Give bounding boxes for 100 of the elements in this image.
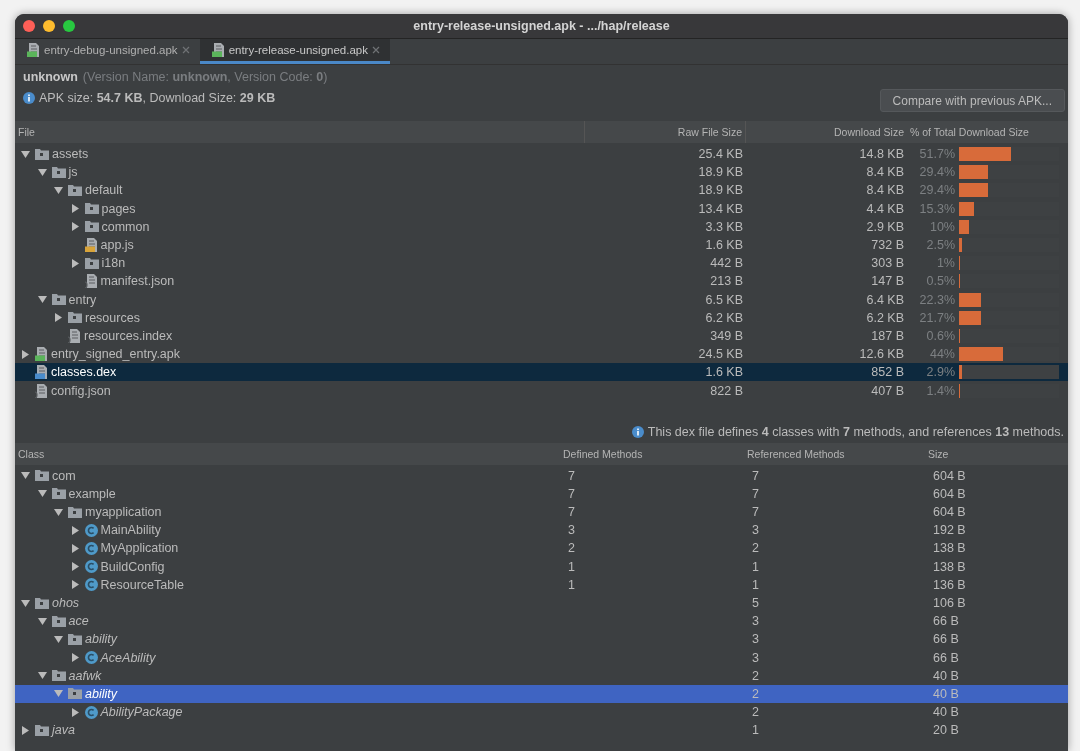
class-row[interactable]: com 7 7 604 B	[15, 466, 1068, 485]
file-row[interactable]: app.js 1.6 KB 732 B 2.5%	[15, 235, 1068, 255]
minimize-window-button[interactable]	[43, 20, 55, 32]
folder-icon	[51, 670, 66, 682]
column-header[interactable]: Defined Methods	[563, 447, 643, 460]
file-row[interactable]: entry_signed_entry.apk 24.5 KB 12.6 KB 44%	[15, 345, 1068, 364]
file-row[interactable]: js 18.9 KB 8.4 KB 29.4%	[15, 163, 1068, 182]
column-header[interactable]: % of Total Download Size	[910, 126, 1029, 138]
expanded-arrow-icon[interactable]	[37, 167, 47, 177]
table-cell-text: 18.9 KB	[697, 165, 744, 180]
file-tab[interactable]: entry-debug-unsigned.apk	[15, 39, 200, 64]
collapsed-arrow-icon[interactable]	[70, 222, 80, 232]
close-icon[interactable]	[372, 46, 380, 54]
class-name: AceAbility	[100, 650, 156, 665]
apk-size-text: APK size: 54.7 KB, Download Size: 29 KB	[39, 91, 276, 105]
file-row[interactable]: resources.index 349 B 187 B 0.6%	[15, 326, 1068, 346]
folder-icon	[68, 506, 82, 518]
package-name: ability	[85, 686, 117, 701]
table-cell-text: 8.4 KB	[865, 165, 905, 180]
table-cell-text: 7	[751, 468, 759, 483]
collapsed-arrow-icon[interactable]	[70, 525, 80, 535]
expanded-arrow-icon[interactable]	[54, 689, 63, 699]
file-row[interactable]: classes.dex 1.6 KB 852 B 2.9%	[15, 363, 1068, 382]
expanded-arrow-icon[interactable]	[54, 634, 63, 644]
expanded-arrow-icon[interactable]	[37, 671, 47, 681]
file-name: entry_signed_entry.apk	[51, 347, 181, 362]
column-header[interactable]: Download Size	[833, 126, 904, 138]
expanded-arrow-icon[interactable]	[54, 507, 63, 517]
percent-text: 29.4%	[918, 183, 955, 198]
file-name: resources	[85, 310, 140, 325]
class-row[interactable]: AbilityPackage 2 40 B	[15, 703, 1068, 722]
file-row[interactable]: manifest.json 213 B 147 B 0.5%	[15, 272, 1068, 291]
expanded-arrow-icon[interactable]	[21, 598, 30, 608]
zoom-window-button[interactable]	[63, 20, 75, 32]
package-name: example	[68, 486, 116, 501]
folder-icon	[35, 148, 49, 160]
file-row[interactable]: config.json 822 B 407 B 1.4%	[15, 381, 1068, 400]
class-row[interactable]: ability 3 66 B	[15, 630, 1068, 649]
class-row[interactable]: ohos 5 106 B	[15, 593, 1068, 613]
file-name: common	[101, 219, 150, 234]
table-cell-text: 3.3 KB	[704, 219, 744, 234]
table-cell-text: 12.6 KB	[858, 347, 905, 362]
class-name: BuildConfig	[100, 559, 165, 574]
collapsed-arrow-icon[interactable]	[70, 562, 80, 572]
collapsed-arrow-icon[interactable]	[21, 725, 30, 735]
file-row[interactable]: resources 6.2 KB 6.2 KB 21.7%	[15, 308, 1068, 327]
collapsed-arrow-icon[interactable]	[70, 258, 80, 268]
class-row[interactable]: example 7 7 604 B	[15, 484, 1068, 503]
class-row[interactable]: myapplication 7 7 604 B	[15, 503, 1068, 522]
file-row[interactable]: default 18.9 KB 8.4 KB 29.4%	[15, 181, 1068, 200]
collapsed-arrow-icon[interactable]	[70, 580, 80, 590]
expanded-arrow-icon[interactable]	[21, 149, 30, 159]
class-row[interactable]: BuildConfig 1 1 138 B	[15, 557, 1068, 576]
class-row[interactable]: aafwk 2 40 B	[15, 666, 1068, 685]
collapsed-arrow-icon[interactable]	[70, 653, 80, 663]
class-row[interactable]: MainAbility 3 3 192 B	[15, 521, 1068, 540]
file-row[interactable]: assets 25.4 KB 14.8 KB 51.7%	[15, 145, 1068, 164]
collapsed-arrow-icon[interactable]	[21, 349, 30, 359]
expanded-arrow-icon[interactable]	[37, 489, 47, 499]
class-row[interactable]: java 1 20 B	[15, 721, 1068, 740]
folder-icon	[84, 221, 99, 233]
close-window-button[interactable]	[23, 20, 35, 32]
file-row[interactable]: entry 6.5 KB 6.4 KB 22.3%	[15, 290, 1068, 309]
expanded-arrow-icon[interactable]	[54, 185, 63, 195]
compare-button[interactable]: Compare with previous APK...	[879, 89, 1065, 112]
class-row[interactable]: MyApplication 2 2 138 B	[15, 539, 1068, 558]
table-cell-text: 604 B	[932, 486, 966, 501]
table-cell-text: 18.9 KB	[697, 183, 744, 198]
file-row[interactable]: pages 13.4 KB 4.4 KB 15.3%	[15, 199, 1068, 218]
class-row[interactable]: ability 2 40 B	[15, 684, 1068, 704]
table-cell-text: 3	[567, 523, 575, 538]
percent-text: 29.4%	[918, 165, 955, 180]
column-header[interactable]: File	[18, 126, 35, 138]
column-header[interactable]: Raw File Size	[677, 126, 742, 138]
file-row[interactable]: common 3.3 KB 2.9 KB 10%	[15, 217, 1068, 236]
package-name: ace	[68, 614, 89, 629]
collapsed-arrow-icon[interactable]	[70, 204, 80, 214]
expanded-arrow-icon[interactable]	[37, 616, 47, 626]
folder-icon	[68, 312, 82, 324]
file-row[interactable]: i18n 442 B 303 B 1%	[15, 254, 1068, 273]
collapsed-arrow-icon[interactable]	[54, 313, 63, 323]
folder-icon	[84, 203, 99, 215]
column-header[interactable]: Referenced Methods	[747, 447, 845, 460]
package-name: com	[52, 468, 76, 483]
column-header[interactable]: Class	[18, 447, 45, 460]
class-row[interactable]: AceAbility 3 66 B	[15, 648, 1068, 667]
expanded-arrow-icon[interactable]	[21, 471, 30, 481]
collapsed-arrow-icon[interactable]	[70, 707, 80, 717]
table-cell-text: 1	[751, 559, 759, 574]
expanded-arrow-icon[interactable]	[37, 295, 47, 305]
table-cell-text: 732 B	[870, 238, 905, 253]
class-icon	[84, 705, 98, 719]
class-row[interactable]: ace 3 66 B	[15, 612, 1068, 631]
class-row[interactable]: ResourceTable 1 1 136 B	[15, 575, 1068, 594]
collapsed-arrow-icon[interactable]	[70, 543, 80, 553]
table-cell-text: 604 B	[932, 468, 966, 483]
file-tab[interactable]: entry-release-unsigned.apk	[199, 39, 390, 64]
dex-info-text: This dex file defines 4 classes with 7 methods, and references 13 methods.	[647, 424, 1064, 439]
table-cell-text: 2	[751, 668, 759, 683]
column-header[interactable]: Size	[928, 447, 949, 460]
